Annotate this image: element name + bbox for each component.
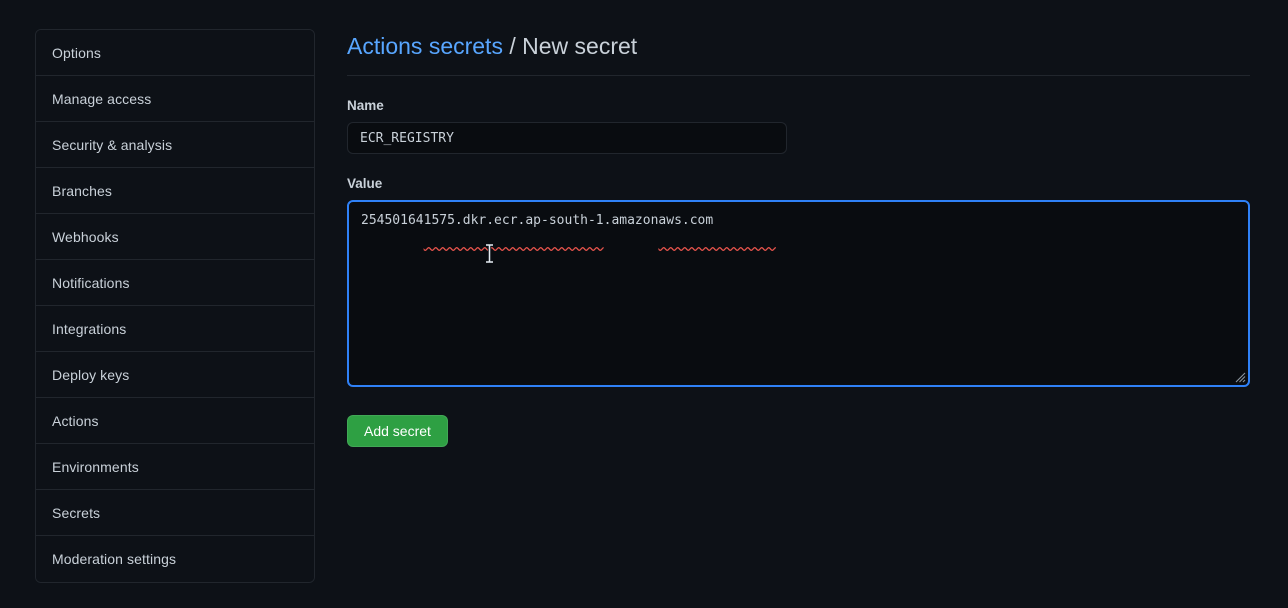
sidebar-item-label: Deploy keys	[52, 368, 129, 382]
main-content: Actions secrets / New secret Name Value …	[347, 29, 1250, 447]
sidebar-item-label: Actions	[52, 414, 99, 428]
breadcrumb-actions-secrets-link[interactable]: Actions secrets	[347, 33, 503, 59]
sidebar-item-environments[interactable]: Environments	[36, 444, 314, 490]
sidebar-item-label: Environments	[52, 460, 139, 474]
form-actions: Add secret	[347, 415, 1250, 447]
sidebar-item-webhooks[interactable]: Webhooks	[36, 214, 314, 260]
sidebar-item-options[interactable]: Options	[36, 30, 314, 76]
sidebar-item-label: Webhooks	[52, 230, 119, 244]
add-secret-button[interactable]: Add secret	[347, 415, 448, 447]
sidebar-item-branches[interactable]: Branches	[36, 168, 314, 214]
sidebar-item-security-and-analysis[interactable]: Security & analysis	[36, 122, 314, 168]
breadcrumb-current-page: New secret	[522, 33, 637, 59]
sidebar-item-secrets[interactable]: Secrets	[36, 490, 314, 536]
secret-name-input[interactable]	[347, 122, 787, 154]
sidebar-item-label: Branches	[52, 184, 112, 198]
name-field-label: Name	[347, 97, 1250, 115]
sidebar-item-actions[interactable]: Actions	[36, 398, 314, 444]
secret-value-textarea[interactable]	[347, 200, 1250, 387]
value-field-label: Value	[347, 175, 1250, 193]
sidebar-item-integrations[interactable]: Integrations	[36, 306, 314, 352]
page-title: Actions secrets / New secret	[347, 29, 1250, 76]
sidebar-item-label: Options	[52, 46, 101, 60]
sidebar-item-manage-access[interactable]: Manage access	[36, 76, 314, 122]
sidebar-item-label: Manage access	[52, 92, 151, 106]
sidebar-item-label: Notifications	[52, 276, 130, 290]
settings-page: Options Manage access Security & analysi…	[0, 0, 1288, 608]
sidebar-item-moderation-settings[interactable]: Moderation settings	[36, 536, 314, 582]
settings-sidebar: Options Manage access Security & analysi…	[35, 29, 315, 583]
secret-value-container: 254501641575.dkr.ecr.ap-south-1.amazonaw…	[347, 200, 1250, 387]
breadcrumb-separator: /	[503, 33, 522, 59]
sidebar-item-notifications[interactable]: Notifications	[36, 260, 314, 306]
sidebar-item-label: Secrets	[52, 506, 100, 520]
sidebar-item-label: Security & analysis	[52, 138, 172, 152]
sidebar-item-deploy-keys[interactable]: Deploy keys	[36, 352, 314, 398]
sidebar-item-label: Integrations	[52, 322, 126, 336]
sidebar-item-label: Moderation settings	[52, 552, 176, 566]
